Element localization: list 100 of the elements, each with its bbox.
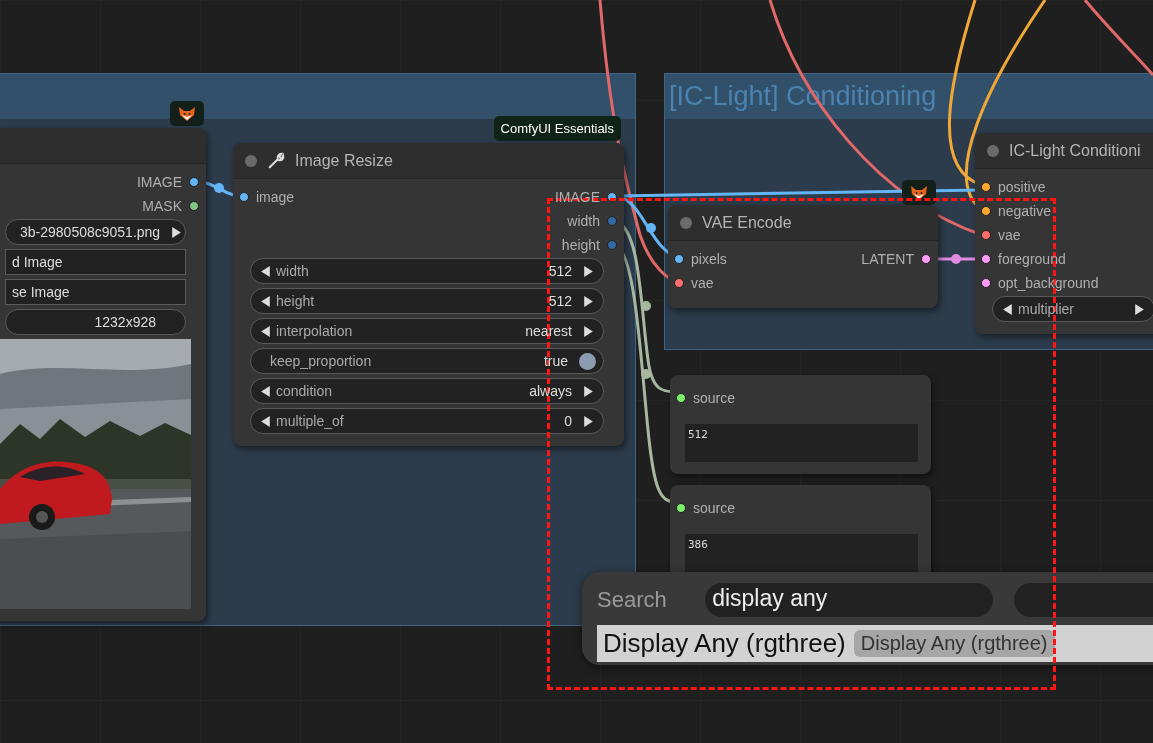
output-slot-dot[interactable] [189, 177, 199, 187]
output-slot-dot[interactable] [921, 254, 931, 264]
widget-value: nearest [525, 323, 572, 339]
input-label: foreground [998, 251, 1066, 267]
right-arrow-icon[interactable] [583, 264, 594, 278]
wire-midpoint [214, 183, 224, 193]
wrench-icon [267, 151, 285, 170]
combo-widget[interactable]: multiple_of 0 [250, 408, 604, 434]
output-label: LATENT [861, 251, 914, 267]
left-arrow-icon[interactable] [260, 294, 271, 308]
input-label: pixels [691, 251, 727, 267]
input-label: positive [998, 179, 1046, 195]
widget-label: multiple_of [276, 413, 344, 429]
input-label: source [693, 500, 736, 516]
right-arrow-icon[interactable] [583, 414, 594, 428]
node-header[interactable]: IC-Light Conditioni [975, 133, 1153, 169]
widget-label: keep_proportion [270, 353, 372, 369]
input-slot-dot[interactable] [981, 278, 991, 288]
search-field[interactable]: display any [705, 583, 993, 617]
search-result[interactable]: Display Any (rgthree) Display Any (rgthree) [597, 625, 1153, 662]
wire-midpoint [641, 369, 651, 379]
node-status-dot [245, 154, 257, 167]
toggle-knob[interactable] [579, 352, 596, 370]
node-header[interactable]: Image Resize [233, 143, 624, 179]
right-arrow-icon[interactable] [583, 384, 594, 398]
node-card[interactable]: source 512 [670, 375, 931, 474]
widget-label: multiplier [1018, 301, 1074, 317]
input-slot-dot[interactable] [981, 182, 991, 192]
left-arrow-icon[interactable] [1002, 302, 1013, 316]
combo-widget[interactable]: height 512 [250, 288, 604, 314]
fox-badge-icon [170, 101, 204, 126]
combo-widget[interactable]: multiplier [992, 296, 1153, 322]
combo-widget[interactable]: condition always [250, 378, 604, 404]
wire-midpoint [951, 254, 961, 264]
node-badge: ComfyUI Essentials [493, 116, 621, 141]
node-card[interactable]: IC-Light Conditioni positive negative vae foreground opt_background multiplier [975, 133, 1153, 334]
node-title: VAE Encode [702, 213, 792, 232]
input-label: vae [998, 227, 1021, 243]
right-arrow-icon[interactable] [583, 294, 594, 308]
fox-badge-icon [902, 180, 936, 205]
output-label: height [561, 237, 600, 253]
input-label: negative [998, 203, 1051, 219]
input-label: opt_background [998, 275, 1099, 291]
right-arrow-icon[interactable] [171, 225, 183, 239]
search-label: Search [597, 587, 668, 613]
toggle-widget[interactable]: keep_proportion true [250, 348, 604, 374]
input-label: image [256, 189, 295, 205]
input-slot-dot[interactable] [239, 192, 249, 202]
node-title: IC-Light Conditioni [1009, 141, 1141, 160]
text-field[interactable]: 512 [685, 424, 918, 462]
node-title: Image Resize [295, 151, 393, 170]
input-slot-dot[interactable] [981, 230, 991, 240]
widget-value: 512 [548, 263, 572, 279]
widget-label: condition [276, 383, 333, 399]
widget-button[interactable]: se Image [5, 279, 186, 305]
input-slot-dot[interactable] [676, 503, 686, 513]
node-card[interactable]: VAE Encode pixels LATENT vae [668, 205, 938, 308]
input-slot-dot[interactable] [981, 206, 991, 216]
widget-button[interactable]: d Image [5, 249, 186, 275]
combo-widget[interactable]: 3b-2980508c9051.png [5, 219, 186, 245]
left-arrow-icon[interactable] [260, 324, 271, 338]
output-slot-dot[interactable] [189, 201, 199, 211]
wire-midpoint [641, 301, 651, 311]
node-card[interactable]: IMAGE MASK 3b-2980508c9051.png d Image se Image 1232x928 [0, 128, 206, 621]
left-arrow-icon[interactable] [260, 264, 271, 278]
left-arrow-icon[interactable] [260, 414, 271, 428]
output-slot-dot[interactable] [607, 240, 617, 250]
widget-value: always [529, 383, 572, 399]
result-tag: Display Any (rgthree) [853, 630, 1055, 657]
input-label: vae [691, 275, 714, 291]
combo-widget[interactable]: interpolation nearest [250, 318, 604, 344]
filter-field[interactable] [1013, 583, 1153, 617]
wire-midpoint [646, 223, 656, 233]
right-arrow-icon[interactable] [583, 324, 594, 338]
left-arrow-icon[interactable] [260, 384, 271, 398]
output-slot-dot[interactable] [607, 192, 617, 202]
widget-label: interpolation [276, 323, 353, 339]
node-header[interactable]: VAE Encode [668, 205, 938, 241]
widget-label: height [276, 293, 315, 309]
node-status-dot [987, 144, 999, 157]
size-readout: 1232x928 [5, 309, 186, 335]
input-slot-dot[interactable] [674, 278, 684, 288]
widget-value: 3b-2980508c9051.png [20, 224, 161, 240]
widget-value: 0 [564, 413, 572, 429]
node-status-dot [680, 216, 692, 229]
input-slot-dot[interactable] [676, 393, 686, 403]
widget-label: width [276, 263, 309, 279]
output-label: IMAGE [136, 174, 182, 190]
input-label: source [693, 390, 736, 406]
combo-widget[interactable]: width 512 [250, 258, 604, 284]
node-header[interactable] [0, 128, 206, 164]
input-slot-dot[interactable] [674, 254, 684, 264]
output-slot-dot[interactable] [607, 216, 617, 226]
widget-value: true [543, 353, 568, 369]
input-slot-dot[interactable] [981, 254, 991, 264]
right-arrow-icon[interactable] [1134, 302, 1145, 316]
widget-value: 512 [548, 293, 572, 309]
output-label: width [567, 213, 600, 229]
output-label: MASK [142, 198, 182, 214]
text-field[interactable]: 386 [685, 534, 918, 572]
